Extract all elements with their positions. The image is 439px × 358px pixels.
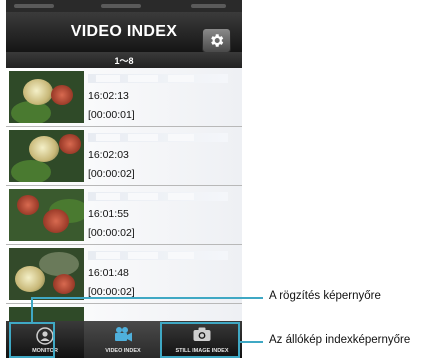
- callout-line-monitor: [31, 297, 263, 299]
- status-bar: [6, 0, 242, 12]
- tab-label: VIDEO INDEX: [105, 348, 141, 354]
- video-camera-icon: [115, 327, 132, 342]
- video-time: 16:01:48: [88, 267, 129, 279]
- list-item[interactable]: 16:02:03 [00:00:02]: [6, 127, 242, 186]
- annotation-monitor: A rögzítés képernyőre: [269, 290, 381, 302]
- video-duration: [00:00:02]: [88, 227, 135, 239]
- monitor-highlight-box: [9, 322, 55, 358]
- video-time: 16:02:13: [88, 90, 129, 102]
- list-item[interactable]: 16:02:13 [00:00:01]: [6, 68, 242, 127]
- video-time: 16:01:55: [88, 208, 129, 220]
- settings-button[interactable]: [202, 28, 231, 53]
- phone-screen: VIDEO INDEX 1～8 16:02:13 [00:00:01] 16:0…: [6, 0, 242, 358]
- callout-line-still: [240, 341, 263, 343]
- range-label: 1～8: [114, 56, 134, 66]
- video-list[interactable]: 16:02:13 [00:00:01] 16:02:03 [00:00:02] …: [6, 68, 242, 322]
- annotation-still-image: Az állókép indexképernyőre: [269, 334, 411, 346]
- video-duration: [00:00:02]: [88, 168, 135, 180]
- list-item[interactable]: 16:01:48 [00:00:02]: [6, 245, 242, 304]
- callout-line-monitor: [31, 297, 33, 323]
- video-thumbnail: [9, 71, 84, 123]
- video-time: 16:02:03: [88, 149, 129, 161]
- list-item[interactable]: [6, 304, 242, 322]
- tab-video-index[interactable]: VIDEO INDEX: [84, 321, 162, 358]
- gear-icon: [211, 34, 224, 47]
- video-thumbnail: [9, 130, 84, 182]
- video-duration: [00:00:01]: [88, 109, 135, 121]
- video-thumbnail: [9, 189, 84, 241]
- video-thumbnail: [9, 307, 84, 322]
- video-thumbnail: [9, 248, 84, 300]
- still-image-highlight-box: [160, 322, 240, 358]
- navigation-bar: VIDEO INDEX: [6, 12, 242, 53]
- range-bar: 1～8: [6, 52, 242, 68]
- list-item[interactable]: 16:01:55 [00:00:02]: [6, 186, 242, 245]
